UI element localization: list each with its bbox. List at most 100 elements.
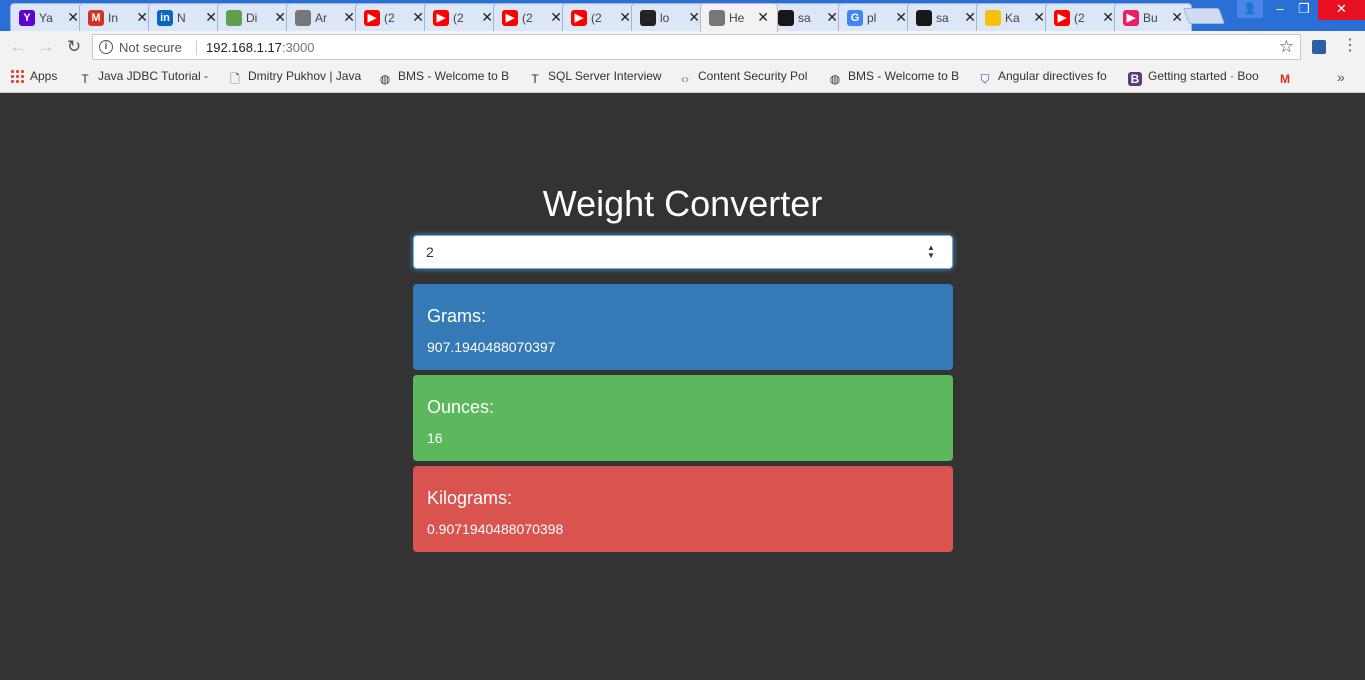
menu-icon[interactable]: ⋮ (1342, 38, 1358, 54)
tab-title: N (177, 11, 186, 25)
youtube-icon: ▶ (1054, 10, 1070, 26)
browser-tab[interactable]: ▶ (2 ✕ (562, 3, 640, 31)
text-t-icon: T (531, 72, 539, 86)
close-tab-icon[interactable]: ✕ (136, 9, 148, 25)
bookmark-star-icon[interactable]: ☆ (1279, 37, 1294, 57)
bookmark-item[interactable]: B Getting started · Boo (1128, 69, 1268, 87)
close-tab-icon[interactable]: ✕ (964, 9, 976, 25)
github-icon (916, 10, 932, 26)
tab-title: lo (660, 11, 670, 25)
info-icon[interactable]: i (99, 40, 113, 54)
ounces-value: 16 (427, 430, 443, 446)
browser-tab[interactable]: Di ✕ (217, 3, 295, 31)
tab-title: (2 (522, 11, 533, 25)
close-tab-icon[interactable]: ✕ (550, 9, 562, 25)
restore-icon[interactable]: ❐ (1294, 0, 1314, 20)
weight-input[interactable] (413, 235, 953, 269)
back-button[interactable]: ← (8, 37, 28, 57)
kilograms-value: 0.9071940488070398 (427, 521, 564, 537)
close-tab-icon[interactable]: ✕ (67, 9, 79, 25)
browser-tab[interactable]: ▶ (2 ✕ (355, 3, 433, 31)
browser-tab[interactable]: Ka ✕ (976, 3, 1054, 31)
bookmark-item[interactable]: ◍ BMS - Welcome to B (378, 69, 518, 87)
tab-title: Ya (39, 11, 53, 25)
number-spinner-icon[interactable]: ▲ ▼ (926, 244, 936, 260)
security-label: Not secure (119, 40, 182, 55)
media-icon: ▶ (1123, 10, 1139, 26)
page-title: Weight Converter (542, 183, 823, 224)
bookmark-label: Apps (30, 69, 58, 83)
gmail-icon: M (1280, 72, 1290, 86)
bookmark-label: BMS - Welcome to B (848, 69, 960, 83)
profile-icon[interactable]: 👤 (1237, 0, 1263, 18)
browser-tab[interactable]: Y Ya ✕ (10, 3, 88, 31)
grams-value: 907.1940488070397 (427, 339, 556, 355)
bookmark-item[interactable]: T SQL Server Interview (528, 69, 668, 87)
extension-icon[interactable] (1312, 40, 1326, 54)
close-tab-icon[interactable]: ✕ (688, 9, 700, 25)
kilograms-card: Kilograms: 0.9071940488070398 (413, 466, 953, 552)
youtube-icon: ▶ (571, 10, 587, 26)
new-tab-button[interactable] (1183, 8, 1225, 24)
close-tab-icon[interactable]: ✕ (205, 9, 217, 25)
browser-tab[interactable]: M In ✕ (79, 3, 157, 31)
github-icon (778, 10, 794, 26)
bookmarks-bar: Apps T Java JDBC Tutorial - 🗋 Dmitry Pukho… (0, 63, 1365, 93)
tab-title: sa (798, 11, 811, 25)
close-tab-icon[interactable]: ✕ (481, 9, 493, 25)
brackets-icon: ‹› (681, 72, 689, 86)
browser-tab[interactable]: ▶ (2 ✕ (493, 3, 571, 31)
url-port: :3000 (281, 40, 315, 55)
bookmark-label: Java JDBC Tutorial - (98, 69, 209, 83)
bookmark-label: Angular directives fo (998, 69, 1107, 83)
address-separator (196, 40, 197, 55)
close-tab-icon[interactable]: ✕ (1171, 9, 1183, 25)
tab-title: Bu (1143, 11, 1158, 25)
bookmark-item[interactable]: T Java JDBC Tutorial - (78, 69, 218, 87)
google-icon: G (847, 10, 863, 26)
youtube-icon: ▶ (433, 10, 449, 26)
minimize-icon[interactable]: – (1270, 0, 1290, 20)
loader-icon (640, 10, 656, 26)
tab-title: He (729, 11, 745, 25)
chevron-double-right-icon[interactable]: » (1337, 69, 1345, 85)
browser-tab[interactable]: ▶ Bu ✕ (1114, 3, 1192, 31)
tab-title: Di (246, 11, 258, 25)
bookmark-item[interactable]: ‹› Content Security Pol (678, 69, 818, 87)
browser-tab[interactable]: lo ✕ (631, 3, 709, 31)
close-tab-icon[interactable]: ✕ (1102, 9, 1114, 25)
browser-tab[interactable]: ▶ (2 ✕ (424, 3, 502, 31)
page-icon: 🗋 (230, 72, 240, 86)
close-tab-icon[interactable]: ✕ (619, 9, 631, 25)
browser-tab[interactable]: ▶ (2 ✕ (1045, 3, 1123, 31)
kilograms-label: Kilograms: (427, 488, 513, 508)
bookmark-item[interactable]: ◍ BMS - Welcome to B (828, 69, 968, 87)
ounces-card: Ounces: 16 (413, 375, 953, 461)
grams-card: Grams: 907.1940488070397 (413, 284, 953, 370)
close-tab-icon[interactable]: ✕ (343, 9, 355, 25)
close-tab-icon[interactable]: ✕ (826, 9, 838, 25)
tab-title: (2 (1074, 11, 1085, 25)
close-tab-icon[interactable]: ✕ (895, 9, 907, 25)
close-tab-icon[interactable]: ✕ (1033, 9, 1045, 25)
reload-button[interactable]: ↻ (64, 37, 84, 57)
bookmark-item[interactable]: ⛉ Angular directives fo (978, 69, 1118, 87)
browser-tab[interactable]: He ✕ (700, 3, 778, 32)
close-tab-icon[interactable]: ✕ (757, 9, 769, 25)
close-tab-icon[interactable]: ✕ (412, 9, 424, 25)
close-window-icon[interactable]: ✕ (1318, 0, 1365, 20)
address-bar[interactable]: i Not secure 192.168.1.17:3000 ☆ (92, 34, 1301, 60)
bot-icon (295, 10, 311, 26)
bulb-icon (985, 10, 1001, 26)
browser-tab[interactable]: in N ✕ (148, 3, 226, 31)
bookmark-item[interactable]: 🗋 Dmitry Pukhov | Java (228, 69, 368, 87)
bookmark-apps[interactable]: Apps (10, 69, 72, 87)
browser-tab[interactable]: Ar ✕ (286, 3, 364, 31)
forward-button[interactable]: → (36, 37, 56, 57)
browser-tab[interactable]: sa ✕ (907, 3, 985, 31)
browser-tab[interactable]: sa ✕ (769, 3, 847, 31)
url-text[interactable]: 192.168.1.17:3000 (206, 40, 314, 55)
close-tab-icon[interactable]: ✕ (274, 9, 286, 25)
browser-tab[interactable]: Gpl ✕ (838, 3, 916, 31)
bookmark-item[interactable]: M (1278, 69, 1298, 87)
